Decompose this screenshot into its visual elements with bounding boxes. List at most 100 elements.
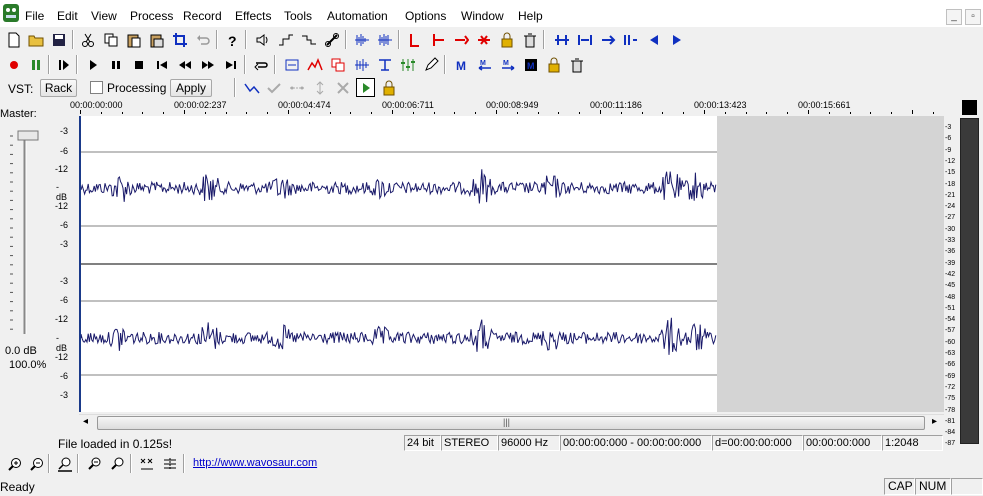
zoom-selection-icon[interactable] — [137, 454, 156, 473]
save-icon[interactable] — [49, 30, 68, 49]
fade-in-icon[interactable] — [276, 30, 295, 49]
horizontal-scrollbar[interactable]: ◂ ||| ▸ — [79, 414, 944, 430]
menu-window[interactable]: Window — [461, 9, 504, 23]
master-label: Master: — [0, 108, 37, 120]
help-icon[interactable]: ? — [222, 30, 241, 49]
menu-view[interactable]: View — [91, 9, 117, 23]
speaker-icon[interactable] — [253, 30, 272, 49]
marker-lock-icon[interactable] — [497, 30, 516, 49]
scroll-left-icon[interactable]: ◂ — [83, 416, 88, 427]
mark-m-icon[interactable]: M — [452, 55, 471, 74]
menu-tools[interactable]: Tools — [284, 9, 312, 23]
equalizer-icon[interactable] — [398, 55, 417, 74]
zoom-v-in-icon[interactable] — [85, 454, 104, 473]
mdi-restore-button[interactable]: ▫ — [965, 9, 981, 25]
selection-field: 00:00:00:000 - 00:00:00:000 — [560, 435, 712, 451]
nav-left-icon[interactable] — [644, 30, 663, 49]
spectrum-icon[interactable] — [305, 55, 324, 74]
nav-right-icon[interactable] — [667, 30, 686, 49]
fade-out-icon[interactable] — [299, 30, 318, 49]
loop-set-icon[interactable] — [575, 30, 594, 49]
record-pause-icon[interactable] — [26, 55, 45, 74]
waveform-view-icon[interactable] — [352, 30, 371, 49]
app-logo-icon[interactable] — [2, 3, 20, 23]
menu-options[interactable]: Options — [405, 9, 446, 23]
new-file-icon[interactable] — [4, 30, 23, 49]
fast-forward-icon[interactable] — [198, 55, 217, 74]
website-link[interactable]: http://www.wavosaur.com — [193, 457, 317, 469]
waveform-canvas[interactable] — [81, 116, 944, 412]
automation-play-icon[interactable] — [356, 78, 375, 97]
copy-icon[interactable] — [101, 30, 120, 49]
marker-prev-icon[interactable] — [428, 30, 447, 49]
open-folder-icon[interactable] — [26, 30, 45, 49]
mark-right-icon[interactable]: M — [498, 55, 517, 74]
copy-region-icon[interactable] — [328, 55, 347, 74]
undo-icon[interactable] — [193, 30, 212, 49]
crop-icon[interactable] — [170, 30, 189, 49]
scrollbar-thumb[interactable]: ||| — [97, 416, 925, 430]
master-fader-handle[interactable] — [17, 130, 39, 141]
zoom-in-icon[interactable] — [5, 454, 24, 473]
marker-red-icon[interactable] — [405, 30, 424, 49]
automation-delete-icon[interactable] — [333, 78, 352, 97]
apply-button[interactable]: Apply — [170, 79, 212, 97]
menu-record[interactable]: Record — [183, 9, 222, 23]
record-icon[interactable] — [4, 55, 23, 74]
loop-left-icon[interactable] — [552, 30, 571, 49]
menu-edit[interactable]: Edit — [57, 9, 78, 23]
scroll-right-icon[interactable]: ▸ — [932, 416, 937, 427]
pause-icon[interactable] — [106, 55, 125, 74]
automation-curve-icon[interactable] — [242, 78, 261, 97]
menu-effects[interactable]: Effects — [235, 9, 271, 23]
rewind-icon[interactable] — [175, 55, 194, 74]
waveform-display[interactable] — [79, 116, 944, 412]
automation-dots-icon[interactable] — [287, 78, 306, 97]
go-end-icon[interactable] — [221, 55, 240, 74]
rack-button[interactable]: Rack — [40, 79, 77, 97]
mark-lock-icon[interactable] — [544, 55, 563, 74]
main-toolbar: ? — [0, 27, 983, 52]
loop-playback-icon[interactable] — [251, 55, 270, 74]
mdi-minimize-button[interactable]: _ — [946, 9, 962, 25]
automation-vertical-icon[interactable] — [310, 78, 329, 97]
paste-icon[interactable] — [124, 30, 143, 49]
marker-next-icon[interactable] — [451, 30, 470, 49]
mark-trash-icon[interactable] — [567, 55, 586, 74]
loop-right-icon[interactable] — [598, 30, 617, 49]
timeline-ruler[interactable]: 00:00:00:000 00:00:02:237 00:00:04:474 0… — [58, 100, 943, 114]
meter-scale-label: -9 — [945, 146, 952, 154]
peak-indicator[interactable] — [962, 100, 977, 115]
play-icon[interactable] — [83, 55, 102, 74]
normalize-icon[interactable] — [352, 55, 371, 74]
cut-icon[interactable] — [78, 30, 97, 49]
trim-silence-icon[interactable] — [375, 55, 394, 74]
master-fader[interactable] — [4, 124, 54, 338]
zoom-out-icon[interactable] — [27, 454, 46, 473]
paste-mix-icon[interactable] — [147, 30, 166, 49]
automation-lock-icon[interactable] — [379, 78, 398, 97]
zoom-v-out-icon[interactable] — [108, 454, 127, 473]
go-start-icon[interactable] — [152, 55, 171, 74]
menu-help[interactable]: Help — [518, 9, 543, 23]
menu-file[interactable]: File — [25, 9, 44, 23]
waveform-stereo-icon[interactable] — [375, 30, 394, 49]
mark-region-icon[interactable]: M — [521, 55, 540, 74]
stop-icon[interactable] — [129, 55, 148, 74]
processing-checkbox[interactable] — [90, 81, 103, 94]
play-from-start-icon[interactable] — [54, 55, 73, 74]
menu-process[interactable]: Process — [130, 9, 173, 23]
marker-delete-icon[interactable] — [474, 30, 493, 49]
marker-trash-icon[interactable] — [520, 30, 539, 49]
zoom-fit-icon[interactable] — [55, 454, 74, 473]
zoom-all-icon[interactable] — [160, 454, 179, 473]
select-all-icon[interactable] — [282, 55, 301, 74]
automation-check-icon[interactable] — [264, 78, 283, 97]
toolbar-separator — [130, 454, 132, 473]
link-icon[interactable] — [322, 30, 341, 49]
mark-left-icon[interactable]: M — [475, 55, 494, 74]
pencil-draw-icon[interactable] — [421, 55, 440, 74]
menu-automation[interactable]: Automation — [327, 9, 388, 23]
ruler-tick-mark — [308, 112, 310, 114]
loop-clear-icon[interactable] — [621, 30, 640, 49]
